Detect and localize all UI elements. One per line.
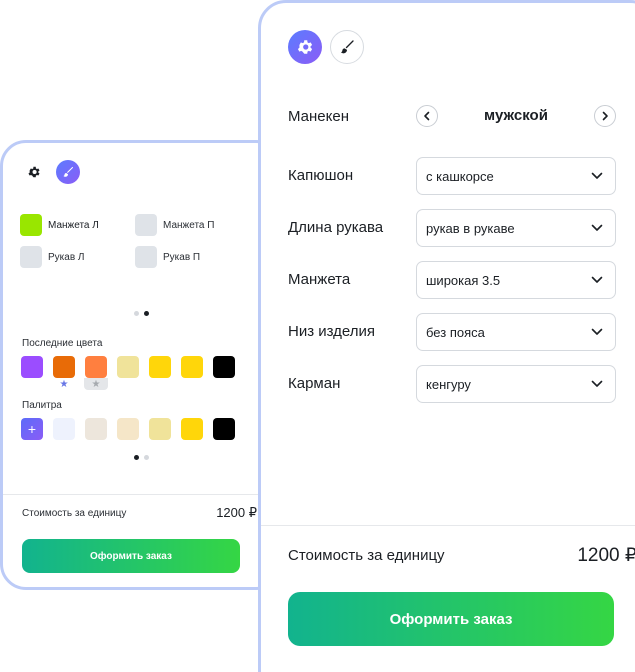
part-label: Манжета П (163, 219, 215, 231)
gear-icon (297, 40, 313, 54)
chevron-down-icon (591, 224, 603, 231)
bottom-hem-select[interactable]: без пояса (416, 313, 616, 351)
chevron-down-icon (591, 276, 603, 283)
mannequin-switcher: мужской (416, 105, 616, 127)
divider (3, 494, 279, 495)
mannequin-value: мужской (484, 107, 548, 124)
cuff-select[interactable]: широкая 3.5 (416, 261, 616, 299)
part-label: Рукав Л (48, 251, 85, 263)
unit-cost-label: Стоимость за единицу (22, 507, 127, 519)
palette-row: + (21, 418, 235, 440)
color-swatch[interactable] (213, 418, 235, 440)
unit-cost-label: Стоимость за единицу (288, 547, 445, 564)
part-selector-grid: Манжета Л Манжета П Рукав Л Рукав П (20, 209, 260, 273)
color-swatch[interactable] (181, 418, 203, 440)
chevron-right-icon (602, 111, 608, 121)
part-item-cuff-right[interactable]: Манжета П (135, 209, 250, 241)
unit-cost-value: 1200 ₽ (216, 505, 257, 520)
brush-button[interactable] (330, 30, 364, 64)
color-swatch[interactable] (181, 356, 203, 378)
color-swatch[interactable] (117, 418, 139, 440)
part-item-sleeve-right[interactable]: Рукав П (135, 241, 250, 273)
palette-pagination (3, 455, 279, 460)
add-color-label: + (27, 421, 37, 437)
cuff-label: Манжета (288, 271, 351, 288)
mannequin-prev-button[interactable] (416, 105, 438, 127)
pocket-select[interactable]: кенгуру (416, 365, 616, 403)
pocket-select-value: кенгуру (426, 376, 471, 392)
pagination-dot-active[interactable] (143, 311, 149, 316)
sleeve-length-label: Длина рукава (288, 219, 384, 236)
mobile-settings-button[interactable] (22, 160, 46, 184)
favorite-star-icon[interactable]: ★ (53, 380, 75, 390)
color-swatch[interactable] (85, 418, 107, 440)
bottom-hem-label: Низ изделия (288, 323, 376, 340)
part-swatch-cuff-right (135, 214, 157, 236)
color-swatch[interactable] (21, 356, 43, 378)
hood-select-value: с кашкорсе (426, 168, 494, 184)
part-row: Манжета Л Манжета П (20, 209, 260, 241)
part-swatch-sleeve-right (135, 246, 157, 268)
mobile-toolbar (22, 160, 80, 184)
color-swatch[interactable] (53, 418, 75, 440)
mobile-editor-panel: Манжета Л Манжета П Рукав Л Рукав П Посл… (0, 140, 282, 590)
main-toolbar (288, 30, 364, 64)
chevron-down-icon (591, 328, 603, 335)
chevron-down-icon (591, 172, 603, 179)
hood-label: Капюшон (288, 167, 354, 184)
sleeve-length-select-value: рукав в рукаве (426, 220, 515, 236)
color-swatch[interactable] (117, 356, 139, 378)
recent-colors-row: ★ ★ (21, 356, 235, 390)
add-color-button[interactable]: + (21, 418, 43, 440)
pocket-label: Карман (288, 375, 341, 392)
part-swatch-cuff-left (20, 214, 42, 236)
gear-icon (28, 166, 40, 178)
pagination-dot[interactable] (133, 311, 139, 316)
recent-colors-title: Последние цвета (22, 338, 103, 349)
bottom-hem-select-value: без пояса (426, 324, 485, 340)
part-swatch-sleeve-left (20, 246, 42, 268)
cuff-select-value: широкая 3.5 (426, 272, 501, 288)
mobile-unit-cost: Стоимость за единицу 1200 ₽ (22, 505, 257, 521)
hood-select[interactable]: с кашкорсе (416, 157, 616, 195)
brush-icon (63, 167, 73, 177)
color-swatch[interactable] (213, 356, 235, 378)
sleeve-length-select[interactable]: рукав в рукаве (416, 209, 616, 247)
chevron-down-icon (591, 380, 603, 387)
color-swatch[interactable] (149, 356, 171, 378)
part-row: Рукав Л Рукав П (20, 241, 260, 273)
color-swatch[interactable]: ★ (53, 356, 75, 390)
mobile-order-button[interactable]: Оформить заказ (22, 539, 240, 573)
part-label: Манжета Л (48, 219, 99, 231)
unit-cost-value: 1200 ₽ (577, 545, 635, 566)
palette-title: Палитра (22, 400, 62, 411)
settings-button[interactable] (288, 30, 322, 64)
chevron-left-icon (424, 111, 430, 121)
color-swatch[interactable] (149, 418, 171, 440)
favorite-star-icon[interactable]: ★ (85, 380, 107, 390)
configurator-panel: Манекен мужской Капюшон с кашкорсе Длина… (258, 0, 635, 672)
unit-cost: Стоимость за единицу 1200 ₽ (288, 544, 635, 567)
brush-icon (341, 40, 354, 54)
order-button[interactable]: Оформить заказ (288, 592, 614, 646)
pagination-dot[interactable] (143, 455, 149, 460)
color-swatch[interactable]: ★ (84, 356, 108, 390)
part-label: Рукав П (163, 251, 201, 263)
part-item-cuff-left[interactable]: Манжета Л (20, 209, 135, 241)
part-item-sleeve-left[interactable]: Рукав Л (20, 241, 135, 273)
parts-pagination (3, 311, 279, 316)
mannequin-label: Манекен (288, 108, 349, 125)
divider (261, 525, 635, 526)
mobile-brush-button[interactable] (56, 160, 80, 184)
mannequin-next-button[interactable] (594, 105, 616, 127)
pagination-dot-active[interactable] (133, 455, 139, 460)
